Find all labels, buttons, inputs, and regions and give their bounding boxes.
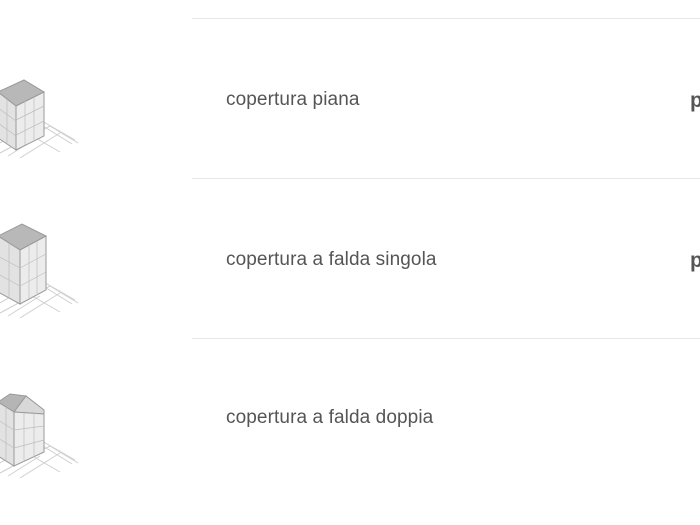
flat-roof-house-icon xyxy=(0,48,80,158)
roof-option-trailing-text: p xyxy=(690,249,700,272)
roof-option-gable[interactable]: copertura a falda doppia xyxy=(0,340,700,498)
roof-option-label: copertura piana xyxy=(226,89,360,110)
divider xyxy=(192,338,700,339)
roof-option-label: copertura a falda doppia xyxy=(226,407,434,428)
roof-option-single-pitch[interactable]: copertura a falda singola p xyxy=(0,180,700,338)
single-pitch-roof-house-icon xyxy=(0,208,80,318)
divider-top xyxy=(192,18,700,19)
roof-option-label: copertura a falda singola xyxy=(226,249,437,270)
roof-option-flat[interactable]: copertura piana p xyxy=(0,20,700,178)
gable-roof-house-icon xyxy=(0,368,80,478)
divider xyxy=(192,178,700,179)
roof-option-trailing-text: p xyxy=(690,89,700,112)
